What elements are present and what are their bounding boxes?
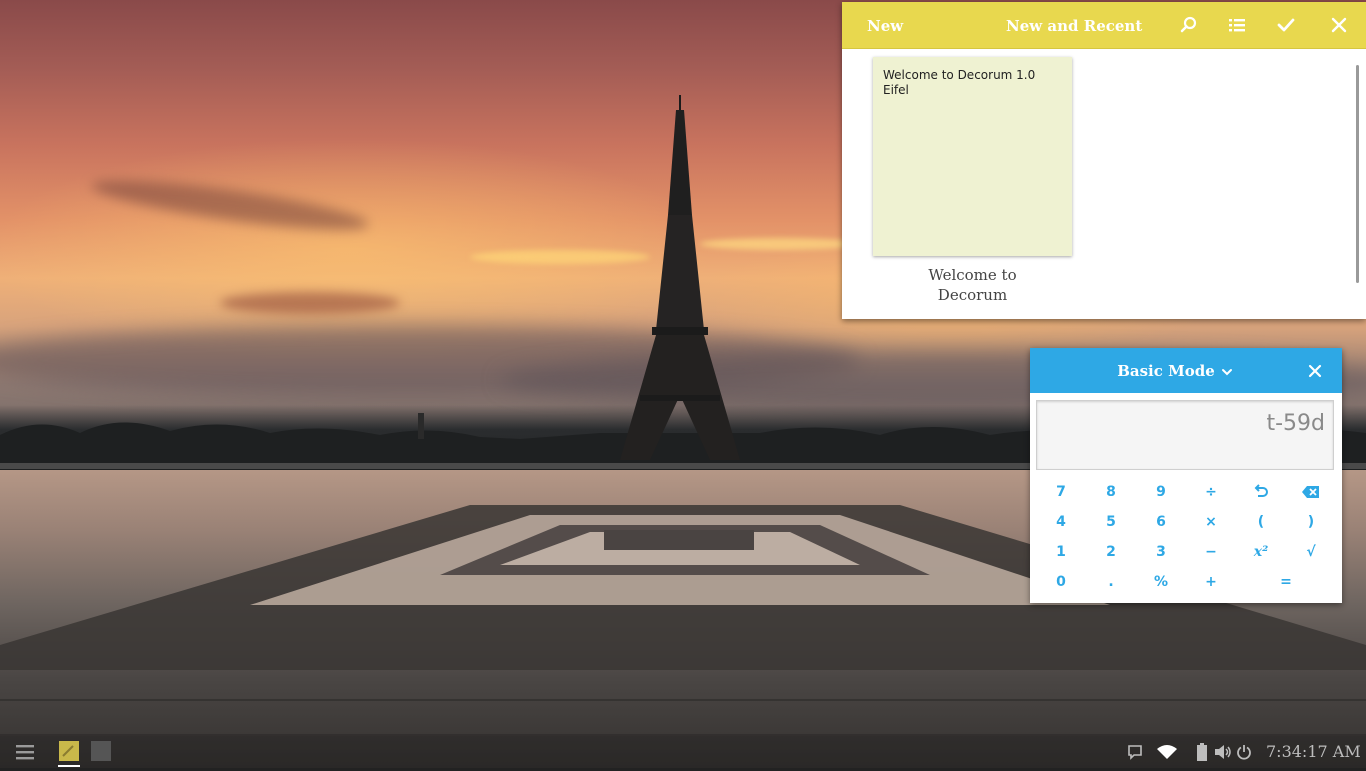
note-card[interactable]: Welcome to Decorum 1.0 Eifel	[873, 57, 1072, 256]
check-icon[interactable]	[1276, 15, 1296, 35]
clock[interactable]: 7:34:17 AM	[1266, 742, 1361, 761]
battery-icon[interactable]	[1197, 743, 1207, 765]
wifi-icon[interactable]	[1157, 744, 1177, 764]
key-equals[interactable]: =	[1239, 568, 1333, 596]
chat-icon[interactable]	[1127, 744, 1143, 764]
search-icon[interactable]	[1179, 15, 1199, 35]
key-open-paren[interactable]: (	[1239, 508, 1283, 536]
close-icon[interactable]	[1329, 15, 1349, 35]
mode-label: Basic Mode	[1117, 362, 1215, 380]
notes-scrollbar[interactable]	[1356, 65, 1359, 283]
key-4[interactable]: 4	[1039, 508, 1083, 536]
key-9[interactable]: 9	[1139, 478, 1183, 506]
key-3[interactable]: 3	[1139, 538, 1183, 566]
key-close-paren[interactable]: )	[1289, 508, 1333, 536]
key-divide[interactable]: ÷	[1189, 478, 1233, 506]
taskbar: 7:34:17 AM	[0, 736, 1366, 768]
note-caption: Welcome to Decorum	[928, 266, 1017, 304]
notes-app-icon[interactable]	[54, 741, 84, 771]
key-subtract[interactable]: −	[1189, 538, 1233, 566]
notes-list: Welcome to Decorum 1.0 Eifel Welcome to …	[842, 49, 1366, 319]
key-0[interactable]: 0	[1039, 568, 1083, 596]
note-preview-text: Welcome to Decorum 1.0 Eifel	[883, 68, 1036, 97]
key-5[interactable]: 5	[1089, 508, 1133, 536]
calculator-window: Basic Mode t-59d 7 8 9 ÷ 4 5 6 × ( ) 1 2…	[1030, 348, 1342, 603]
key-2[interactable]: 2	[1089, 538, 1133, 566]
key-multiply[interactable]: ×	[1189, 508, 1233, 536]
undo-icon[interactable]	[1239, 478, 1283, 506]
key-sqrt[interactable]: √	[1289, 538, 1333, 566]
calculator-header-bar: Basic Mode	[1030, 348, 1342, 393]
volume-icon[interactable]	[1214, 744, 1232, 764]
menu-icon[interactable]	[16, 744, 34, 764]
key-square[interactable]: x²	[1239, 538, 1283, 566]
notes-window: New New and Recent Welcome to Decorum 1.…	[842, 2, 1366, 319]
key-7[interactable]: 7	[1039, 478, 1083, 506]
backspace-icon[interactable]	[1289, 478, 1333, 506]
chevron-down-icon	[1221, 363, 1233, 381]
key-8[interactable]: 8	[1089, 478, 1133, 506]
key-add[interactable]: +	[1189, 568, 1233, 596]
notes-title: New and Recent	[1006, 17, 1143, 35]
list-icon[interactable]	[1227, 15, 1247, 35]
power-icon[interactable]	[1236, 744, 1252, 764]
new-note-button[interactable]: New	[867, 17, 903, 35]
eiffel-tower	[620, 95, 740, 460]
calculator-app-icon[interactable]	[91, 741, 111, 765]
calculator-keypad: 7 8 9 ÷ 4 5 6 × ( ) 1 2 3 − x² √ 0 . % +…	[1030, 478, 1342, 598]
calculator-display[interactable]: t-59d	[1036, 400, 1334, 470]
notes-header-bar: New New and Recent	[842, 2, 1366, 49]
display-value: t-59d	[1266, 411, 1325, 436]
key-6[interactable]: 6	[1139, 508, 1183, 536]
key-decimal[interactable]: .	[1089, 568, 1133, 596]
key-percent[interactable]: %	[1139, 568, 1183, 596]
close-icon[interactable]	[1305, 361, 1325, 381]
mode-selector[interactable]: Basic Mode	[1030, 362, 1320, 381]
key-1[interactable]: 1	[1039, 538, 1083, 566]
